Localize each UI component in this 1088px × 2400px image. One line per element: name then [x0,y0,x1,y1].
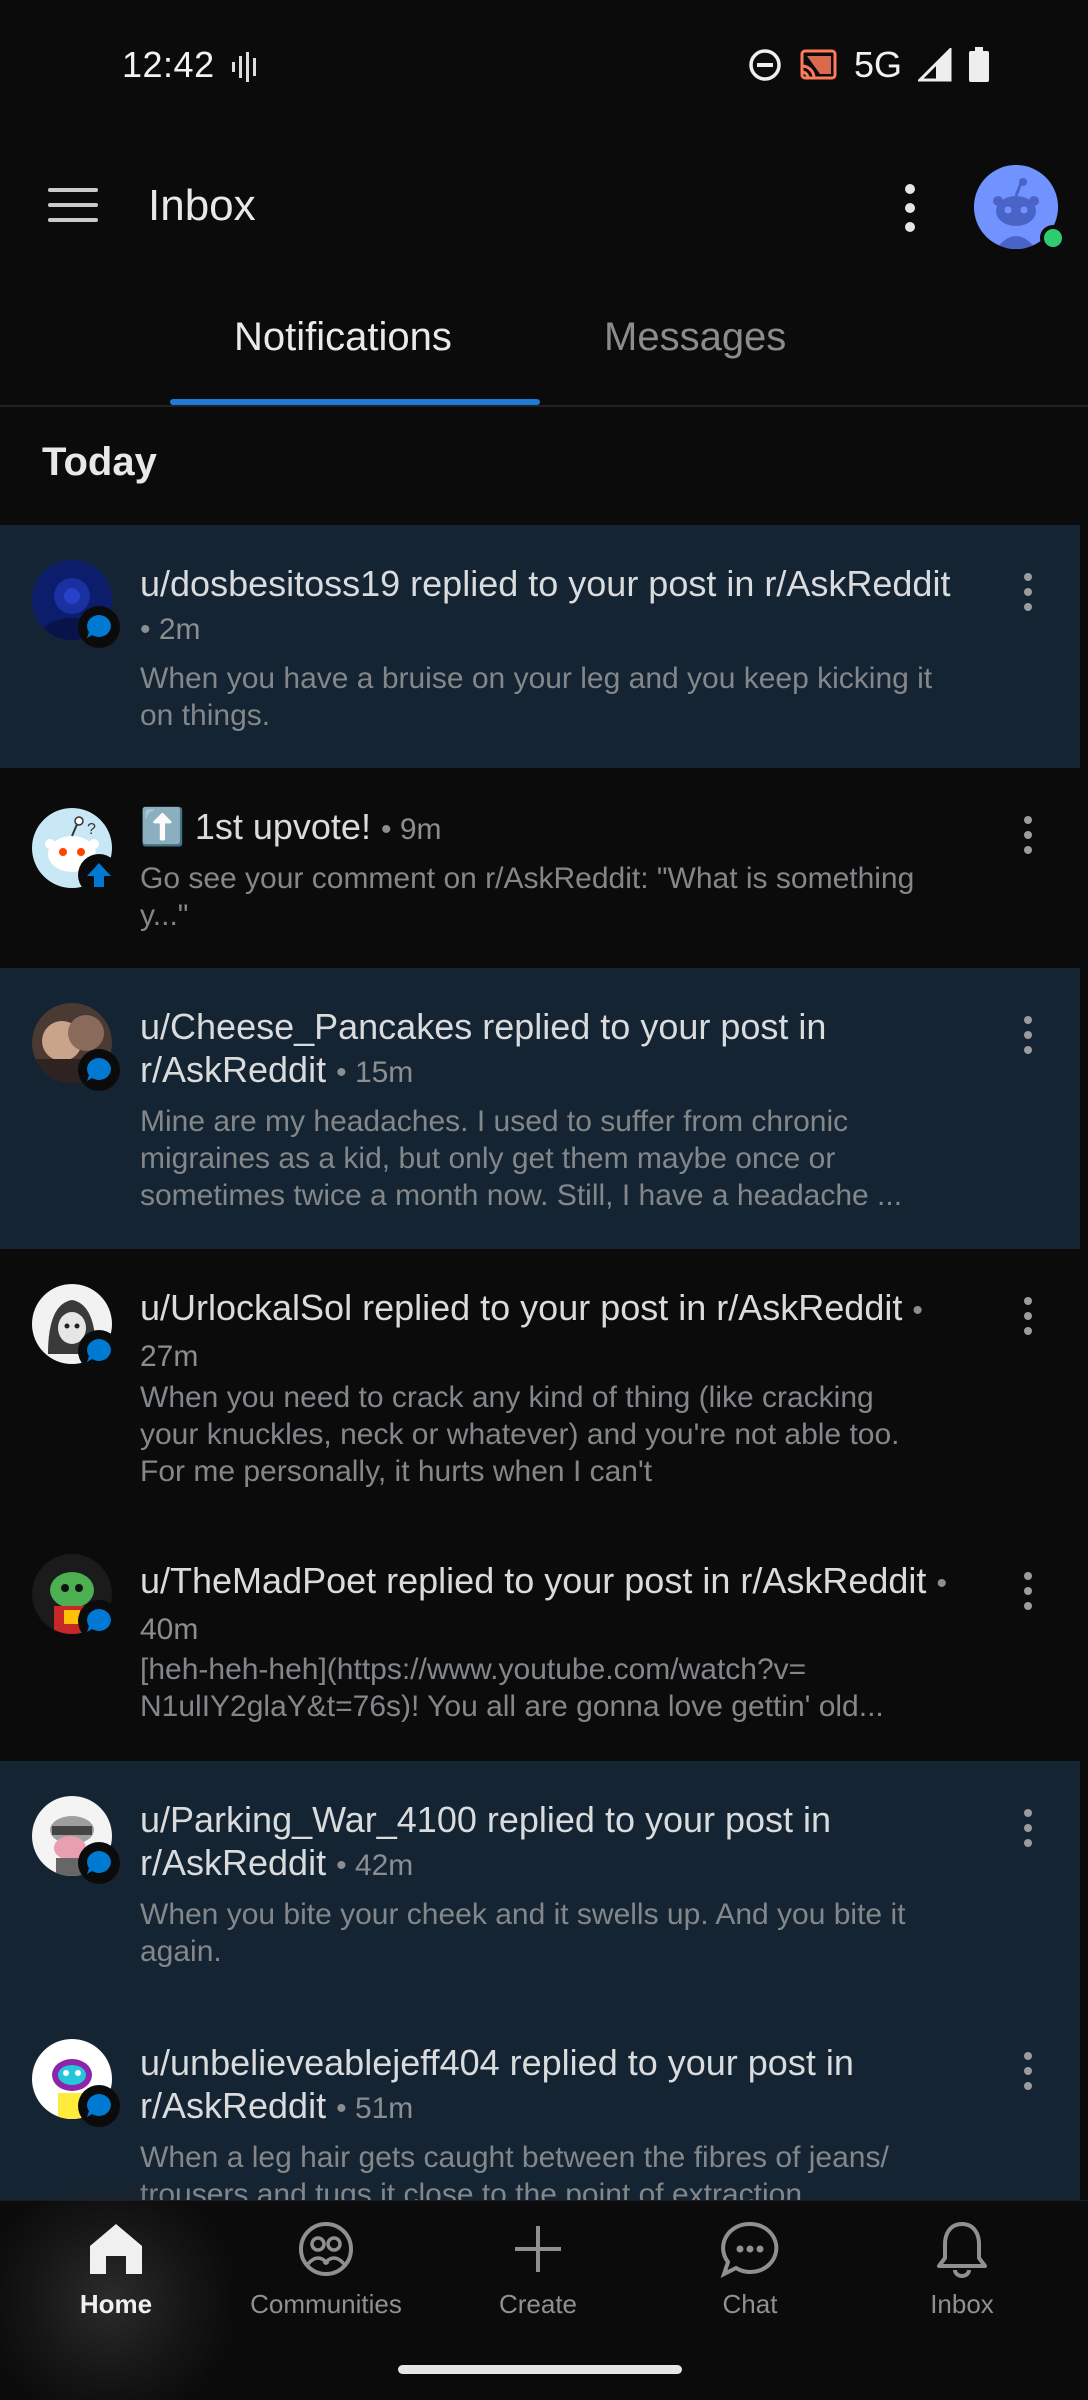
notification-item[interactable]: ? ⬆️ 1st upvote! • 9m Go see your commen… [0,768,1080,968]
tab-messages[interactable]: Messages [604,315,786,360]
signal-icon [918,48,952,82]
battery-icon [969,47,989,82]
nav-home-label: Home [79,2289,153,2319]
notification-item[interactable]: u/TheMadPoet replied to your post in r/A… [0,1524,1080,1761]
reply-icon [78,1842,120,1884]
notification-item[interactable]: u/UrlockalSol replied to your post in r/… [0,1249,1080,1524]
status-bar: 12:42 5G [0,0,1088,135]
cast-icon [800,49,837,80]
tab-notifications[interactable]: Notifications [234,315,452,360]
reply-icon [78,2085,120,2127]
nav-inbox[interactable]: Inbox [872,2220,1052,2320]
user-avatar [32,1796,120,1884]
more-options-icon[interactable] [1010,1801,1046,1857]
section-title-today: Today [42,440,157,484]
notification-title: u/unbelieveablejeff404 replied to your p… [140,2042,854,2126]
inbox-tabs: Notifications Messages [0,285,1088,407]
notification-title: ⬆️ 1st upvote! • 9m [140,806,442,847]
notification-item[interactable]: u/dosbesitoss19 replied to your post in … [0,525,1080,768]
notification-title: u/Cheese_Pancakes replied to your post i… [140,1006,827,1090]
notification-body: When you have a bruise on your leg and y… [140,662,933,732]
more-options-icon[interactable] [1010,2044,1046,2100]
bell-icon [937,2222,987,2278]
notification-title: u/UrlockalSol replied to your post in r/… [140,1287,923,1373]
reply-icon [78,1330,120,1372]
notification-body: When a leg hair gets caught between the … [140,2141,889,2200]
svg-text:?: ? [87,821,96,838]
do-not-disturb-icon [749,49,781,81]
more-options-icon[interactable] [1010,1564,1046,1620]
reply-icon [78,1600,120,1642]
user-avatar [32,1554,120,1642]
nav-create-label: Create [498,2289,578,2319]
notification-title: u/Parking_War_4100 replied to your post … [140,1799,832,1883]
more-options-icon[interactable] [1010,565,1046,621]
user-avatar: ? [32,808,120,896]
status-time: 12:42 [122,44,215,85]
user-avatar [32,1284,120,1372]
notification-body: [heh-heh-heh](https://www.youtube.com/wa… [140,1653,884,1723]
communities-icon [299,2222,353,2276]
reply-icon [78,1049,120,1091]
chat-icon [720,2221,779,2278]
hamburger-menu-icon[interactable] [44,180,104,230]
notification-item[interactable]: u/Parking_War_4100 replied to your post … [0,1761,1080,2004]
voice-wave-icon [232,52,256,82]
notification-item[interactable]: u/unbelieveablejeff404 replied to your p… [0,2004,1080,2200]
profile-avatar[interactable] [974,165,1066,251]
user-avatar [32,560,120,648]
nav-communities[interactable]: Communities [236,2220,416,2320]
notification-body: Go see your comment on r/AskReddit: "Wha… [140,862,915,932]
more-options-icon[interactable] [1010,1008,1046,1064]
network-type: 5G [853,44,902,85]
nav-chat[interactable]: Chat [660,2220,840,2320]
user-avatar [32,1003,120,1091]
notification-body: Mine are my headaches. I used to suffer … [140,1105,903,1212]
notification-body: When you need to crack any kind of thing… [140,1381,900,1488]
user-avatar [32,2039,120,2127]
notification-title: u/TheMadPoet replied to your post in r/A… [140,1560,947,1646]
home-icon [90,2224,142,2274]
nav-chat-label: Chat [722,2289,778,2319]
nav-communities-label: Communities [250,2289,402,2319]
notification-body: When you bite your cheek and it swells u… [140,1898,906,1968]
nav-inbox-label: Inbox [930,2289,994,2319]
status-icons: 5G [748,44,990,86]
notification-title: u/dosbesitoss19 replied to your post in … [140,563,951,646]
notification-item[interactable]: u/Cheese_Pancakes replied to your post i… [0,968,1080,1249]
more-options-icon[interactable] [1010,808,1046,864]
nav-home[interactable]: Home [26,2220,206,2320]
reply-icon [78,606,120,648]
active-tab-indicator [170,399,540,405]
online-status-dot [1040,225,1066,251]
more-vertical-icon[interactable] [890,178,930,238]
upvote-icon [78,854,120,896]
page-title: Inbox [148,181,256,230]
plus-icon [515,2226,561,2272]
more-options-icon[interactable] [1010,1289,1046,1345]
app-bar: Inbox [0,135,1088,280]
gesture-home-indicator[interactable] [398,2365,682,2374]
nav-create[interactable]: Create [448,2220,628,2320]
screen: 12:42 5G Inbox Notifications Messages To… [0,0,1088,2400]
